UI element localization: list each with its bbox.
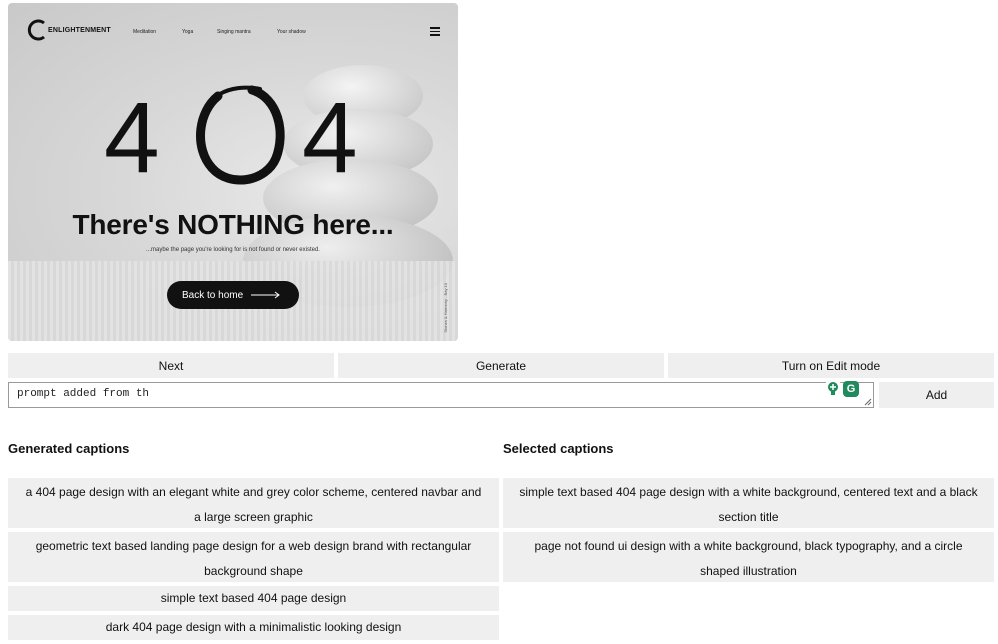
selected-caption-item[interactable]: simple text based 404 page design with a… — [503, 478, 994, 528]
enso-circle-icon — [196, 85, 285, 185]
edit-mode-button[interactable]: Turn on Edit mode — [668, 353, 994, 378]
nav-item-meditation: Meditation — [133, 29, 157, 35]
logo-icon — [27, 19, 45, 41]
arrow-right-icon — [251, 291, 280, 299]
generated-caption-item[interactable]: a 404 page design with an elegant white … — [8, 478, 499, 528]
preview-headline: There's NOTHING here... — [72, 209, 394, 240]
nav-item-yoga: Yoga — [182, 29, 194, 35]
preview-image: ENLIGHTENMENT Meditation Yoga Singing ma… — [8, 3, 458, 341]
back-to-home-button: Back to home — [167, 281, 299, 309]
generate-button[interactable]: Generate — [338, 353, 664, 378]
error-digit-right: 4 — [302, 82, 358, 194]
generated-caption-item[interactable]: geometric text based landing page design… — [8, 532, 499, 582]
logo-text: ENLIGHTENMENT — [48, 27, 111, 34]
preview-subline: ...maybe the page you're looking for is … — [146, 247, 320, 253]
selected-captions-title: Selected captions — [503, 441, 614, 456]
back-to-home-label: Back to home — [182, 289, 244, 301]
add-button[interactable]: Add — [879, 382, 994, 408]
error-code: 4 4 — [104, 82, 374, 203]
prompt-input[interactable]: prompt added from th — [8, 382, 874, 408]
nav-item-singing-mantra: Singing mantra — [217, 29, 251, 35]
menu-icon — [430, 27, 440, 36]
selected-caption-item[interactable]: page not found ui design with a white ba… — [503, 532, 994, 582]
generated-caption-item[interactable]: simple text based 404 page design — [8, 586, 499, 611]
error-digit-left: 4 — [104, 82, 160, 194]
side-credit: Stones & Harmony - Bay 10 — [443, 283, 448, 333]
next-button[interactable]: Next — [8, 353, 334, 378]
nav-item-your-shadow: Your shadow — [277, 29, 306, 35]
resize-grip-icon[interactable] — [864, 398, 872, 406]
grammarly-icon[interactable]: G — [843, 381, 859, 397]
generated-captions-title: Generated captions — [8, 441, 130, 456]
bulb-extension-icon[interactable] — [825, 381, 841, 397]
generated-caption-item[interactable]: dark 404 page design with a minimalistic… — [8, 615, 499, 640]
